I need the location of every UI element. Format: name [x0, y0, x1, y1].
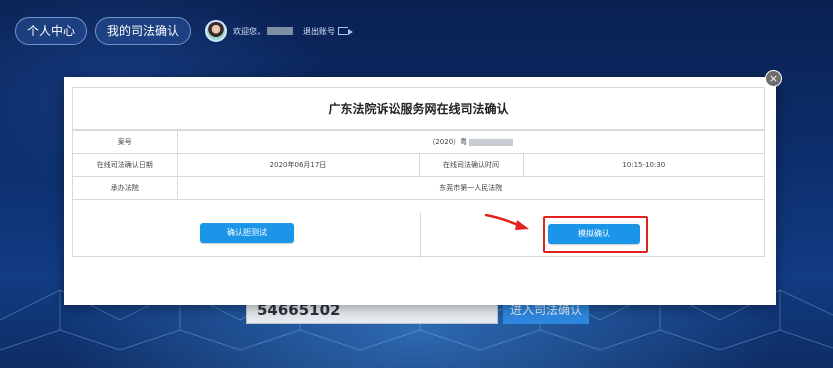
table-row: 承办法院 东莞市第一人民法院: [73, 176, 764, 200]
case-number-text: （2020）粤: [428, 138, 468, 146]
confirm-time-label: 在线司法确认时间: [418, 153, 524, 177]
logout-link[interactable]: 退出账号: [303, 26, 354, 37]
confirm-time-value: 10:15-10:30: [522, 153, 764, 177]
modal-panel: 广东法院诉讼服务网在线司法确认 案号 （2020）粤 在线司法确认日期 2020…: [72, 87, 765, 258]
case-info-table: 案号 （2020）粤 在线司法确认日期 2020年06月17日 在线司法确认时间…: [73, 130, 764, 200]
table-row: 案号 （2020）粤: [73, 130, 764, 154]
judicial-confirm-modal: 广东法院诉讼服务网在线司法确认 案号 （2020）粤 在线司法确认日期 2020…: [64, 77, 776, 305]
case-number-label: 案号: [73, 130, 178, 154]
highlight-box: [543, 216, 648, 253]
confirm-date-label: 在线司法确认日期: [73, 153, 178, 177]
actions-divider: [420, 212, 421, 258]
top-nav: 个人中心 我的司法确认 欢迎您， 退出账号: [15, 17, 354, 45]
confirm-date-value: 2020年06月17日: [176, 153, 420, 177]
username-redacted: [267, 27, 294, 35]
table-row: 在线司法确认日期 2020年06月17日 在线司法确认时间 10:15-10:3…: [73, 153, 764, 177]
logout-label: 退出账号: [303, 26, 336, 36]
case-number-redacted: [469, 138, 514, 146]
personal-center-button[interactable]: 个人中心: [15, 17, 88, 45]
logout-icon: [338, 27, 354, 35]
case-number-value: （2020）粤: [176, 130, 764, 154]
red-arrow-annotation: [484, 213, 529, 230]
my-judicial-confirm-button[interactable]: 我的司法确认: [95, 17, 192, 45]
modal-title: 广东法院诉讼服务网在线司法确认: [73, 88, 764, 130]
close-icon[interactable]: ×: [765, 70, 782, 87]
modal-actions: 确认胆测试 模拟确认: [73, 212, 764, 258]
court-value: 东莞市第一人民法院: [176, 176, 764, 200]
confirm-test-button[interactable]: 确认胆测试: [200, 223, 294, 243]
welcome-label: 欢迎您，: [233, 26, 266, 36]
court-label: 承办法院: [73, 176, 178, 200]
avatar[interactable]: [205, 20, 228, 42]
welcome-text: 欢迎您，: [233, 26, 297, 37]
